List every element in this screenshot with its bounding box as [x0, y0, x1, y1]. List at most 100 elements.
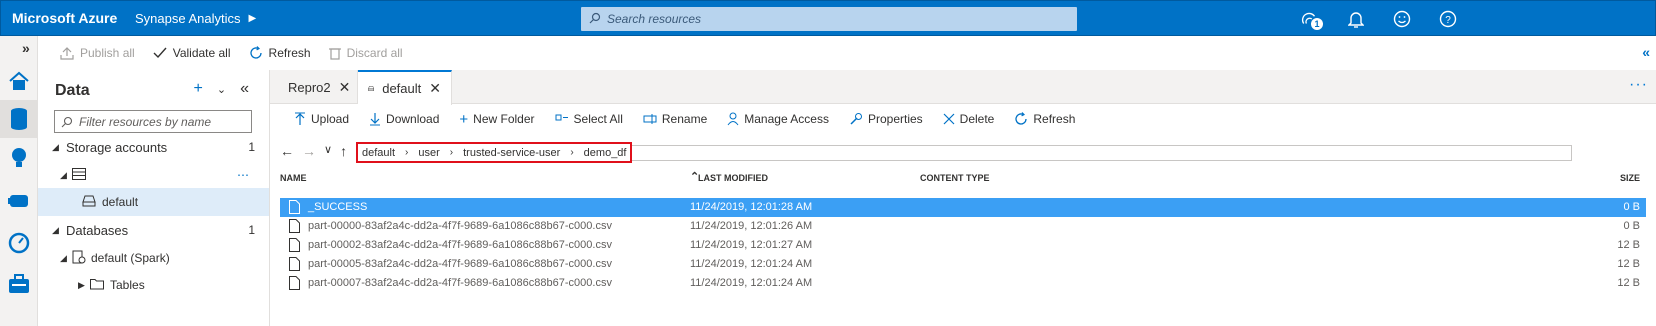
- select-all-button[interactable]: Select All: [555, 112, 623, 126]
- column-name[interactable]: NAME: [280, 173, 307, 183]
- manage-hub-icon[interactable]: [0, 265, 38, 303]
- storage-accounts-count: 1: [248, 140, 255, 154]
- refresh-files-label: Refresh: [1033, 112, 1076, 126]
- service-name[interactable]: Synapse Analytics: [135, 11, 241, 26]
- breadcrumb-item[interactable]: user: [418, 147, 439, 159]
- search-icon: [589, 12, 601, 27]
- file-toolbar: Upload Download + New Folder Select All …: [270, 104, 1656, 134]
- table-row[interactable]: _SUCCESS 11/24/2019, 12:01:28 AM 0 B: [280, 198, 1646, 217]
- file-icon: [289, 238, 300, 252]
- file-name: part-00000-83af2a4c-dd2a-4f7f-9689-6a108…: [308, 220, 612, 232]
- collapse-triangle-icon[interactable]: ◢: [52, 225, 64, 236]
- more-options-icon[interactable]: ⋯: [237, 168, 249, 182]
- wrench-icon: [850, 113, 862, 125]
- properties-button[interactable]: Properties: [849, 112, 923, 126]
- tree-storage-default[interactable]: default: [38, 188, 269, 216]
- home-icon[interactable]: [0, 62, 38, 100]
- search-input[interactable]: Search resources: [581, 7, 1077, 31]
- data-panel-actions: + ⌄ «: [194, 80, 249, 98]
- file-icon: [289, 200, 300, 214]
- publish-all-button[interactable]: Publish all: [60, 46, 135, 60]
- expand-all-icon[interactable]: ⌄: [217, 83, 226, 96]
- smiley-feedback-icon[interactable]: [1393, 10, 1411, 28]
- plus-icon: +: [459, 110, 469, 128]
- back-arrow-icon[interactable]: ←: [280, 143, 294, 159]
- delete-button[interactable]: Delete: [943, 112, 995, 126]
- tab-repro2[interactable]: Repro2 ✕: [270, 70, 358, 104]
- collapse-right-icon[interactable]: «: [1642, 44, 1650, 60]
- discard-all-button[interactable]: Discard all: [328, 46, 403, 60]
- bell-icon[interactable]: [1347, 10, 1365, 28]
- tree-database-default[interactable]: ◢ default (Spark): [38, 244, 269, 272]
- delete-label: Delete: [959, 112, 995, 126]
- integrate-hub-icon[interactable]: [0, 182, 38, 220]
- data-panel-title: Data: [55, 82, 90, 99]
- notification-badge: 1: [1311, 18, 1323, 30]
- search-placeholder: Search resources: [607, 12, 702, 26]
- command-bar: Publish all Validate all Refresh Discard…: [38, 36, 1656, 70]
- path-navigation: ← → ∨ ↑ default › user › trusted-service…: [270, 140, 1656, 164]
- expand-rail-icon[interactable]: »: [22, 40, 30, 56]
- up-arrow-icon[interactable]: ↑: [340, 143, 347, 159]
- properties-label: Properties: [867, 112, 923, 126]
- validate-all-label: Validate all: [172, 46, 231, 60]
- checkmark-icon: [153, 47, 167, 59]
- forward-arrow-icon[interactable]: →: [302, 143, 316, 159]
- breadcrumb-item[interactable]: trusted-service-user: [463, 147, 560, 159]
- delete-x-icon: [943, 113, 955, 125]
- chevron-right-icon[interactable]: ▶: [249, 13, 257, 24]
- table-row[interactable]: part-00000-83af2a4c-dd2a-4f7f-9689-6a108…: [280, 217, 1646, 236]
- table-row[interactable]: part-00007-83af2a4c-dd2a-4f7f-9689-6a108…: [280, 274, 1646, 293]
- chevron-down-icon[interactable]: ∨: [324, 143, 332, 159]
- breadcrumb-item[interactable]: demo_df: [584, 147, 627, 159]
- svg-text:?: ?: [1445, 15, 1451, 26]
- file-size: 0 B: [1623, 201, 1640, 213]
- refresh-icon: [1015, 112, 1028, 125]
- file-size: 12 B: [1617, 258, 1640, 270]
- column-content-type[interactable]: CONTENT TYPE: [920, 173, 990, 183]
- folder-icon: [90, 278, 104, 293]
- close-icon[interactable]: ✕: [339, 79, 351, 96]
- monitor-hub-icon[interactable]: [0, 224, 38, 262]
- table-row[interactable]: part-00005-83af2a4c-dd2a-4f7f-9689-6a108…: [280, 255, 1646, 274]
- tree-storage-accounts[interactable]: ◢ Storage accounts 1: [38, 133, 269, 161]
- brand-title[interactable]: Microsoft Azure: [1, 10, 135, 26]
- close-icon[interactable]: ✕: [429, 80, 441, 97]
- add-icon[interactable]: +: [194, 80, 203, 98]
- manage-access-button[interactable]: Manage Access: [727, 112, 829, 126]
- filter-input[interactable]: Filter resources by name: [54, 110, 252, 133]
- rename-label: Rename: [661, 112, 708, 126]
- file-size: 12 B: [1617, 277, 1640, 289]
- container-icon: [368, 86, 375, 91]
- tab-default[interactable]: default ✕: [358, 70, 452, 105]
- collapse-triangle-icon[interactable]: ◢: [52, 142, 64, 153]
- develop-hub-icon[interactable]: [0, 140, 38, 178]
- download-label: Download: [386, 112, 440, 126]
- refresh-files-button[interactable]: Refresh: [1014, 112, 1075, 126]
- file-name: part-00005-83af2a4c-dd2a-4f7f-9689-6a108…: [308, 258, 612, 270]
- collapse-triangle-icon[interactable]: ◢: [60, 253, 72, 264]
- top-icons: 1 ?: [1301, 1, 1457, 37]
- upload-button[interactable]: Upload: [294, 112, 349, 126]
- data-hub-icon[interactable]: [0, 100, 38, 138]
- validate-all-button[interactable]: Validate all: [153, 46, 231, 60]
- new-folder-button[interactable]: + New Folder: [459, 111, 534, 128]
- help-icon[interactable]: ?: [1439, 10, 1457, 28]
- column-last-modified[interactable]: LAST MODIFIED: [698, 173, 768, 183]
- expand-triangle-icon[interactable]: ▶: [78, 280, 90, 291]
- breadcrumb-item[interactable]: default: [362, 147, 395, 159]
- more-options-icon[interactable]: ···: [1629, 76, 1648, 94]
- download-button[interactable]: Download: [369, 112, 439, 126]
- rename-button[interactable]: Rename: [643, 112, 707, 126]
- tree-tables[interactable]: ▶ Tables: [38, 271, 269, 299]
- collapse-triangle-icon[interactable]: ◢: [60, 170, 72, 181]
- tree-storage-account-node[interactable]: ◢ ⋯: [38, 161, 269, 189]
- column-size[interactable]: SIZE: [1620, 173, 1640, 183]
- service-breadcrumb[interactable]: Synapse Analytics ▶: [135, 11, 256, 26]
- tree-databases[interactable]: ◢ Databases 1: [38, 216, 269, 244]
- cloud-shell-updates-icon[interactable]: 1: [1301, 10, 1323, 30]
- collapse-panel-icon[interactable]: «: [240, 80, 249, 98]
- table-header: NAME ⌃ LAST MODIFIED CONTENT TYPE SIZE: [278, 170, 1644, 188]
- table-row[interactable]: part-00002-83af2a4c-dd2a-4f7f-9689-6a108…: [280, 236, 1646, 255]
- refresh-button[interactable]: Refresh: [249, 46, 311, 60]
